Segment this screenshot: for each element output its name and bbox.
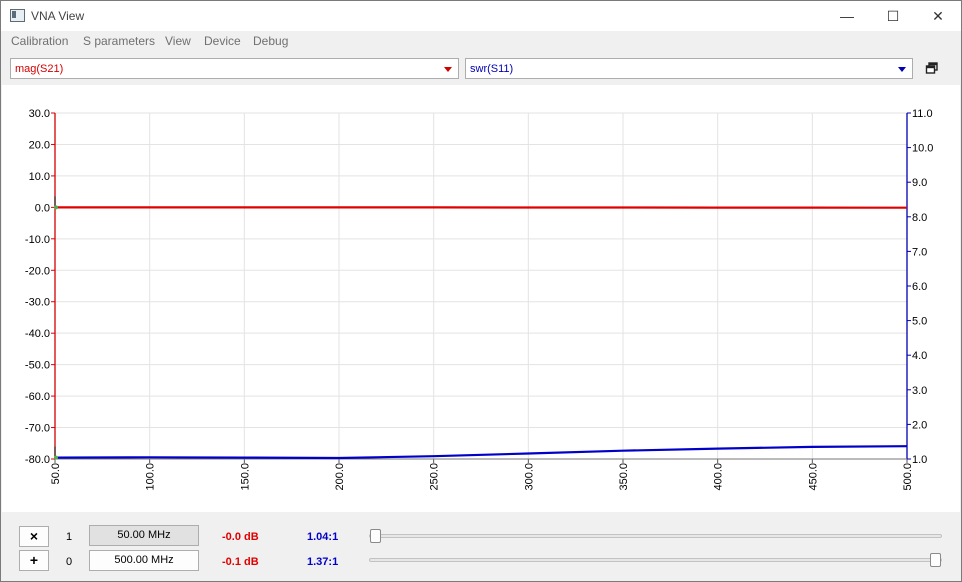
marker-swr-value: 1.37:1 <box>307 556 339 568</box>
y-left-tick-label: -20.0 <box>25 265 50 277</box>
y-right-tick-label: 4.0 <box>912 350 927 362</box>
y-left-tick-label: 20.0 <box>29 139 50 151</box>
menu-bar: Calibration S parameters View Device Deb… <box>1 31 961 51</box>
marker-mag-value: -0.0 dB <box>222 531 259 543</box>
y-left-tick-label: -30.0 <box>25 297 50 309</box>
marker-indicator-dot <box>54 205 58 210</box>
menu-device[interactable]: Device <box>204 34 241 48</box>
x-tick-label: 300.0 <box>523 463 535 491</box>
vna-chart[interactable]: 30.0 20.0 10.0 0.0 -10.0 -20.0 -30.0 -40.0 -50.0… <box>2 85 960 512</box>
right-trace-value: swr(S11) <box>470 63 514 75</box>
marker-swr-value: 1.04:1 <box>307 531 339 543</box>
marker-frequency-field[interactable]: 50.00 MHz <box>89 525 199 546</box>
y-right-tick-label: 3.0 <box>912 385 927 397</box>
app-window: VNA View — ☐ ✕ Calibration S parameters … <box>0 0 962 582</box>
marker-slider-track[interactable] <box>369 558 942 562</box>
marker-indicator-dot <box>54 455 58 460</box>
chevron-down-icon <box>898 67 906 72</box>
y-right-tick-label: 11.0 <box>912 108 933 120</box>
y-left-tick-label: -10.0 <box>25 234 50 246</box>
plot-area[interactable]: 30.0 20.0 10.0 0.0 -10.0 -20.0 -30.0 -40.0 -50.0… <box>2 85 960 512</box>
series-line-swr-s11- <box>54 445 908 460</box>
marker-slider-handle[interactable] <box>930 553 941 567</box>
menu-s-parameters[interactable]: S parameters <box>83 34 155 48</box>
marker-index: 0 <box>66 556 73 568</box>
y-left-tick-label: -40.0 <box>25 328 50 340</box>
x-tick-label: 350.0 <box>618 463 630 491</box>
x-tick-label: 50.0 <box>50 463 62 484</box>
marker-slider-handle[interactable] <box>370 529 381 543</box>
y-right-tick-label: 8.0 <box>912 212 927 224</box>
x-tick-label: 200.0 <box>334 463 346 491</box>
y-left-tick-label: -70.0 <box>25 423 50 435</box>
y-left-tick-label: 10.0 <box>29 171 50 183</box>
add-marker-button[interactable]: + <box>19 550 49 571</box>
marker-slider-track[interactable] <box>369 534 942 538</box>
marker-frequency-field[interactable]: 500.00 MHz <box>89 550 199 571</box>
menu-debug[interactable]: Debug <box>253 34 288 48</box>
title-bar: VNA View — ☐ ✕ <box>1 1 961 31</box>
y-right-tick-label: 2.0 <box>912 419 927 431</box>
right-trace-selector[interactable]: swr(S11) <box>465 58 913 79</box>
x-tick-label: 500.0 <box>902 463 914 491</box>
y-left-tick-label: 0.0 <box>35 202 50 214</box>
x-tick-label: 400.0 <box>713 463 725 491</box>
maximize-button[interactable]: ☐ <box>870 1 916 31</box>
left-trace-selector[interactable]: mag(S21) <box>10 58 459 79</box>
y-right-tick-label: 1.0 <box>912 454 927 466</box>
chevron-down-icon <box>444 67 452 72</box>
x-tick-label: 100.0 <box>145 463 157 491</box>
app-icon <box>10 9 25 22</box>
y-right-tick-label: 10.0 <box>912 143 933 155</box>
x-tick-label: 250.0 <box>429 463 441 491</box>
y-right-tick-label: 6.0 <box>912 281 927 293</box>
y-right-tick-label: 9.0 <box>912 177 927 189</box>
window-title: VNA View <box>31 9 85 23</box>
y-left-tick-label: 30.0 <box>29 108 50 120</box>
close-button[interactable]: ✕ <box>915 1 961 31</box>
menu-calibration[interactable]: Calibration <box>11 34 68 48</box>
menu-view[interactable]: View <box>165 34 191 48</box>
y-left-tick-label: -60.0 <box>25 391 50 403</box>
marker-panel: × 1 50.00 MHz -0.0 dB 1.04:1 + 0 500.00 … <box>1 513 961 581</box>
y-left-tick-label: -80.0 <box>25 454 50 466</box>
x-tick-label: 150.0 <box>239 463 251 491</box>
x-tick-label: 450.0 <box>807 463 819 491</box>
remove-marker-button[interactable]: × <box>19 526 49 547</box>
y-left-tick-label: -50.0 <box>25 360 50 372</box>
detach-window-icon[interactable] <box>925 61 939 75</box>
y-right-tick-label: 7.0 <box>912 246 927 258</box>
minimize-button[interactable]: — <box>824 1 870 31</box>
marker-index: 1 <box>66 531 73 543</box>
y-right-tick-label: 5.0 <box>912 316 927 328</box>
marker-mag-value: -0.1 dB <box>222 556 259 568</box>
left-trace-value: mag(S21) <box>15 63 64 75</box>
